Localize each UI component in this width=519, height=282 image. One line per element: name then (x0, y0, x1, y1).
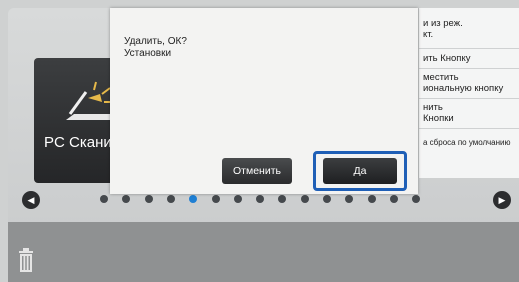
context-menu: и из реж. кт. ить Кнопку местить иональную… (418, 8, 519, 178)
chevron-left-icon[interactable]: ◀ (22, 191, 40, 209)
dialog-message-line2: Установки (124, 48, 172, 59)
page-dot[interactable] (412, 195, 421, 203)
menu-item-label: местить иональную кнопку (423, 72, 504, 94)
menu-item-label: ить Кнопку (423, 53, 471, 64)
screen: PC Скани и из реж. кт. ить Кнопку местить… (0, 0, 519, 282)
dialog-message-line1: Удалить, ОК? (124, 36, 187, 47)
page-dot[interactable] (144, 195, 153, 203)
chevron-right-icon[interactable]: ▶ (493, 191, 511, 209)
page-dot[interactable] (233, 195, 242, 203)
page-dot[interactable] (323, 195, 331, 203)
page-dot[interactable] (166, 195, 175, 203)
page-dot[interactable] (122, 195, 131, 203)
page-dot[interactable] (100, 195, 108, 203)
menu-item-reset-default[interactable]: а сброса по умолчанию (419, 134, 519, 152)
page-dot[interactable] (345, 195, 354, 203)
menu-item-label: а сброса по умолчанию (423, 138, 511, 147)
cancel-button[interactable]: Отменить (222, 158, 292, 184)
menu-item-add-button[interactable]: ить Кнопку (419, 50, 519, 69)
bottom-bar (8, 222, 519, 282)
menu-item-change-button[interactable]: нить Кнопки (419, 102, 519, 129)
page-dot[interactable] (389, 195, 398, 203)
ok-button[interactable]: Да (323, 158, 397, 184)
menu-item-label: нить Кнопки (423, 102, 454, 124)
menu-item-move-function-button[interactable]: местить иональную кнопку (419, 72, 519, 99)
page-dot[interactable] (300, 195, 309, 203)
page-dot[interactable] (256, 195, 265, 203)
app-tile-label: PC Скани (44, 134, 112, 151)
menu-item-exit-mode[interactable]: и из реж. кт. (419, 18, 519, 49)
menu-item-label: и из реж. кт. (423, 18, 463, 40)
page-dot[interactable] (278, 195, 287, 203)
page-dot[interactable] (211, 195, 220, 203)
dialog-message: Удалить, ОК? Установки (124, 36, 187, 60)
page-dot[interactable] (367, 195, 376, 203)
ok-button-focus-ring: Да (313, 151, 407, 191)
trash-icon[interactable] (18, 248, 34, 272)
page-dot[interactable] (189, 195, 198, 203)
